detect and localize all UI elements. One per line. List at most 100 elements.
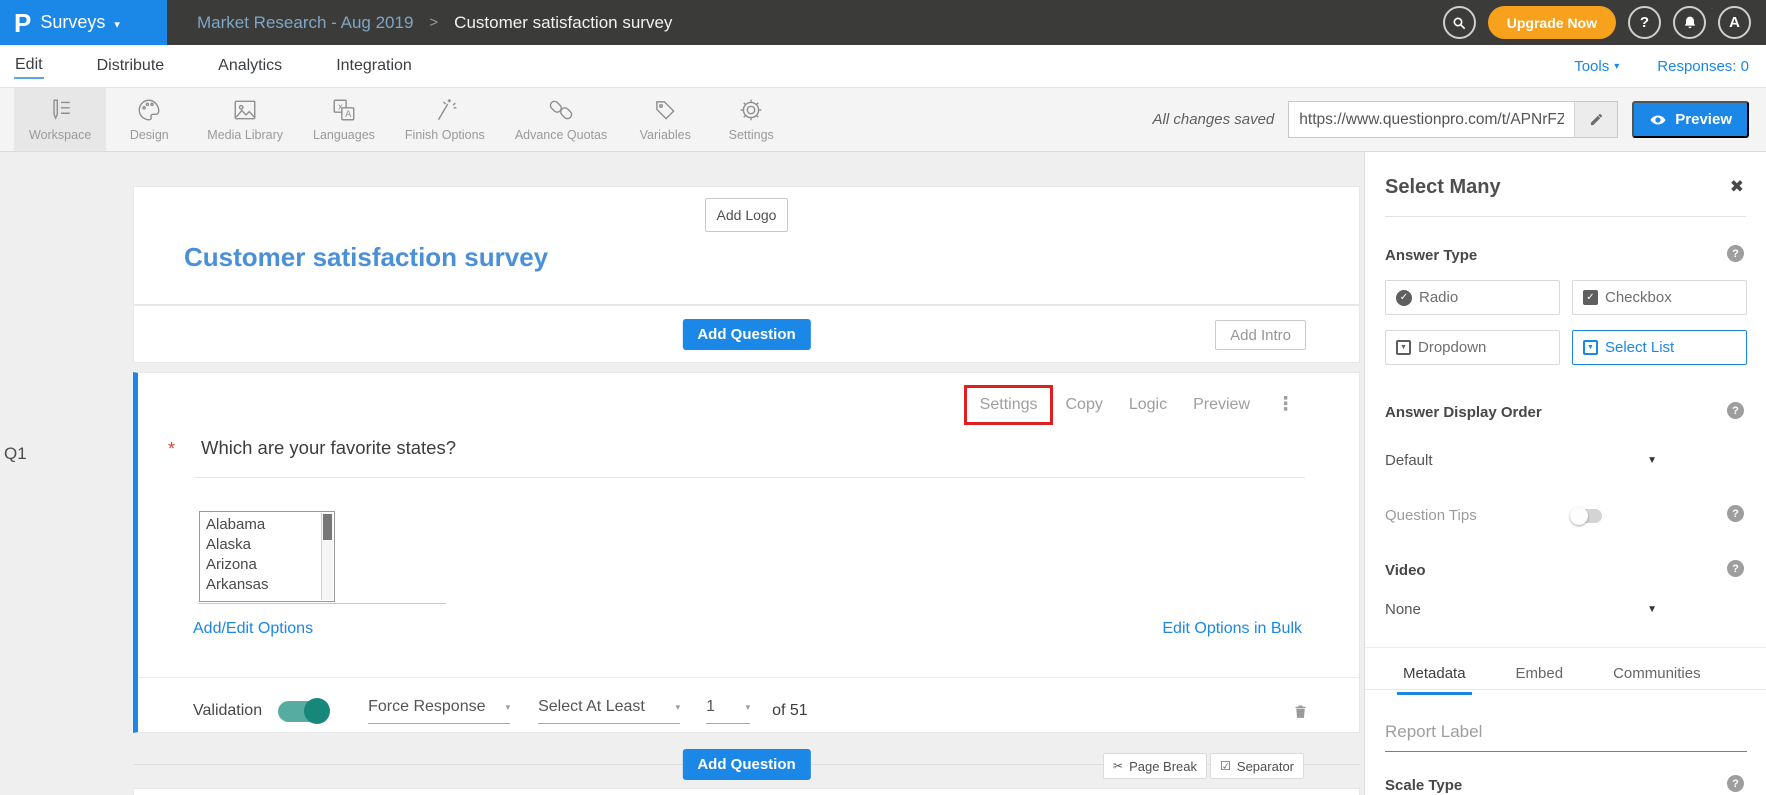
save-status: All changes saved — [1153, 111, 1275, 128]
toggle-knob — [304, 698, 330, 724]
notifications-button[interactable] — [1673, 6, 1706, 39]
answer-select-wrap: Alabama Alaska Arizona Arkansas — [199, 511, 446, 604]
min-count-dropdown[interactable]: 1 ▾ — [706, 698, 750, 724]
settings-action-highlighted[interactable]: Settings — [964, 385, 1054, 425]
delete-question-button[interactable] — [1292, 702, 1309, 721]
select-option[interactable]: Arizona — [206, 555, 334, 575]
display-order-dropdown[interactable]: Default ▼ — [1385, 452, 1657, 469]
answer-select-list[interactable]: Alabama Alaska Arizona Arkansas — [199, 511, 335, 602]
tools-menu[interactable]: Tools ▾ — [1574, 58, 1619, 75]
upgrade-now-button[interactable]: Upgrade Now — [1488, 6, 1616, 39]
scale-type-label: Scale Type — [1385, 777, 1462, 794]
toolbar-design[interactable]: Design — [106, 88, 192, 151]
help-button[interactable]: ? — [1628, 6, 1661, 39]
answer-type-select-list[interactable]: ▼ Select List — [1572, 330, 1747, 365]
report-label-input[interactable] — [1385, 722, 1747, 752]
select-scrollbar[interactable] — [321, 513, 333, 600]
question-tips-help-icon[interactable]: ? — [1727, 505, 1744, 522]
caret-down-icon: ▾ — [746, 702, 751, 713]
toolbar-finish-options[interactable]: Finish Options — [390, 88, 500, 151]
tab-distribute[interactable]: Distribute — [96, 54, 166, 78]
select-at-least-dropdown[interactable]: Select At Least ▾ — [538, 698, 680, 724]
display-order-help-icon[interactable]: ? — [1727, 402, 1744, 419]
add-logo-button[interactable]: Add Logo — [705, 198, 789, 232]
breadcrumb-survey-name: Customer satisfaction survey — [454, 13, 672, 33]
panel-title: Select Many — [1385, 176, 1501, 199]
copy-action[interactable]: Copy — [1065, 396, 1102, 414]
responses-count[interactable]: Responses: 0 — [1657, 58, 1749, 75]
logic-action[interactable]: Logic — [1129, 396, 1167, 414]
select-option[interactable]: Arkansas — [206, 575, 334, 595]
question-tips-label: Question Tips — [1385, 507, 1477, 524]
edit-url-button[interactable] — [1574, 102, 1617, 137]
page-break-button[interactable]: ✂ Page Break — [1103, 753, 1207, 779]
add-edit-options-link[interactable]: Add/Edit Options — [193, 620, 313, 638]
survey-url-box — [1288, 101, 1618, 138]
tab-communities[interactable]: Communities — [1607, 665, 1707, 695]
surveys-menu-label: Surveys — [40, 12, 105, 33]
toolbar-variables[interactable]: Variables — [622, 88, 708, 151]
question-card: Settings Copy Logic Preview ⋮ * Which ar… — [133, 372, 1360, 733]
validation-row: Validation Force Response ▾ Select At Le… — [193, 693, 1309, 729]
scale-type-help-icon[interactable]: ? — [1727, 775, 1744, 792]
toolbar-media-library[interactable]: Media Library — [192, 88, 298, 151]
video-dropdown[interactable]: None ▼ — [1385, 601, 1657, 618]
question-tips-toggle[interactable] — [1572, 509, 1602, 523]
palette-icon — [136, 97, 162, 123]
validation-divider — [138, 677, 1359, 678]
question-text[interactable]: Which are your favorite states? — [201, 437, 456, 459]
answer-type-checkbox[interactable]: ✓ Checkbox — [1572, 280, 1747, 315]
bell-icon — [1682, 15, 1698, 31]
main-nav: Edit Distribute Analytics Integration To… — [0, 45, 1766, 88]
tab-integration[interactable]: Integration — [335, 54, 413, 78]
svg-text:A: A — [345, 109, 352, 120]
tag-icon — [652, 97, 678, 123]
answer-type-dropdown[interactable]: ▼ Dropdown — [1385, 330, 1560, 365]
question-mark-icon: ? — [1640, 14, 1649, 31]
force-response-dropdown[interactable]: Force Response ▾ — [368, 698, 510, 724]
add-question-row: Add Question Add Intro — [133, 305, 1360, 363]
editor-toolbar: Workspace Design Media Library xA Langua… — [0, 88, 1766, 152]
select-option[interactable]: Alabama — [206, 515, 334, 535]
panel-divider — [1365, 647, 1766, 648]
caret-down-icon: ▾ — [1614, 61, 1619, 72]
account-avatar[interactable]: A — [1718, 6, 1751, 39]
preview-action[interactable]: Preview — [1193, 396, 1250, 414]
panel-tabs: Metadata Embed Communities — [1397, 665, 1707, 695]
radio-icon: ✓ — [1396, 290, 1412, 306]
more-options-icon[interactable]: ⋮ — [1276, 393, 1295, 416]
toolbar-settings[interactable]: Settings — [708, 88, 794, 151]
surveys-menu[interactable]: P Surveys ▾ — [0, 0, 167, 45]
breadcrumb-folder[interactable]: Market Research - Aug 2019 — [197, 13, 413, 33]
toolbar-workspace[interactable]: Workspace — [14, 88, 106, 151]
caret-down-icon: ▾ — [676, 702, 681, 713]
add-question-button-top[interactable]: Add Question — [682, 319, 810, 350]
video-help-icon[interactable]: ? — [1727, 560, 1744, 577]
toolbar-advance-quotas[interactable]: Advance Quotas — [500, 88, 622, 151]
close-icon[interactable]: ✖ — [1730, 177, 1744, 197]
answer-type-help-icon[interactable]: ? — [1727, 245, 1744, 262]
survey-url-input[interactable] — [1289, 102, 1574, 137]
caret-down-icon: ▾ — [114, 18, 120, 31]
add-question-button-bottom[interactable]: Add Question — [682, 749, 810, 780]
search-button[interactable] — [1443, 6, 1476, 39]
separator-button[interactable]: ☑ Separator — [1210, 753, 1304, 779]
panel-divider — [1385, 216, 1746, 217]
validation-toggle[interactable] — [278, 701, 328, 722]
tab-edit[interactable]: Edit — [14, 53, 44, 79]
preview-button[interactable]: Preview — [1632, 101, 1749, 138]
toggle-knob — [1570, 507, 1588, 525]
toolbar-languages[interactable]: xA Languages — [298, 88, 390, 151]
survey-title[interactable]: Customer satisfaction survey — [184, 242, 548, 273]
select-scrollbar-thumb[interactable] — [323, 514, 332, 540]
select-option[interactable]: Alaska — [206, 535, 334, 555]
tab-metadata[interactable]: Metadata — [1397, 665, 1472, 695]
tab-analytics[interactable]: Analytics — [217, 54, 283, 78]
tab-embed[interactable]: Embed — [1510, 665, 1570, 695]
answer-type-radio[interactable]: ✓ Radio — [1385, 280, 1560, 315]
add-intro-button[interactable]: Add Intro — [1215, 320, 1306, 350]
validation-label: Validation — [193, 702, 262, 720]
edit-options-in-bulk-link[interactable]: Edit Options in Bulk — [1162, 620, 1302, 638]
nav-right: Tools ▾ Responses: 0 — [1574, 45, 1749, 87]
preview-label: Preview — [1675, 111, 1732, 128]
